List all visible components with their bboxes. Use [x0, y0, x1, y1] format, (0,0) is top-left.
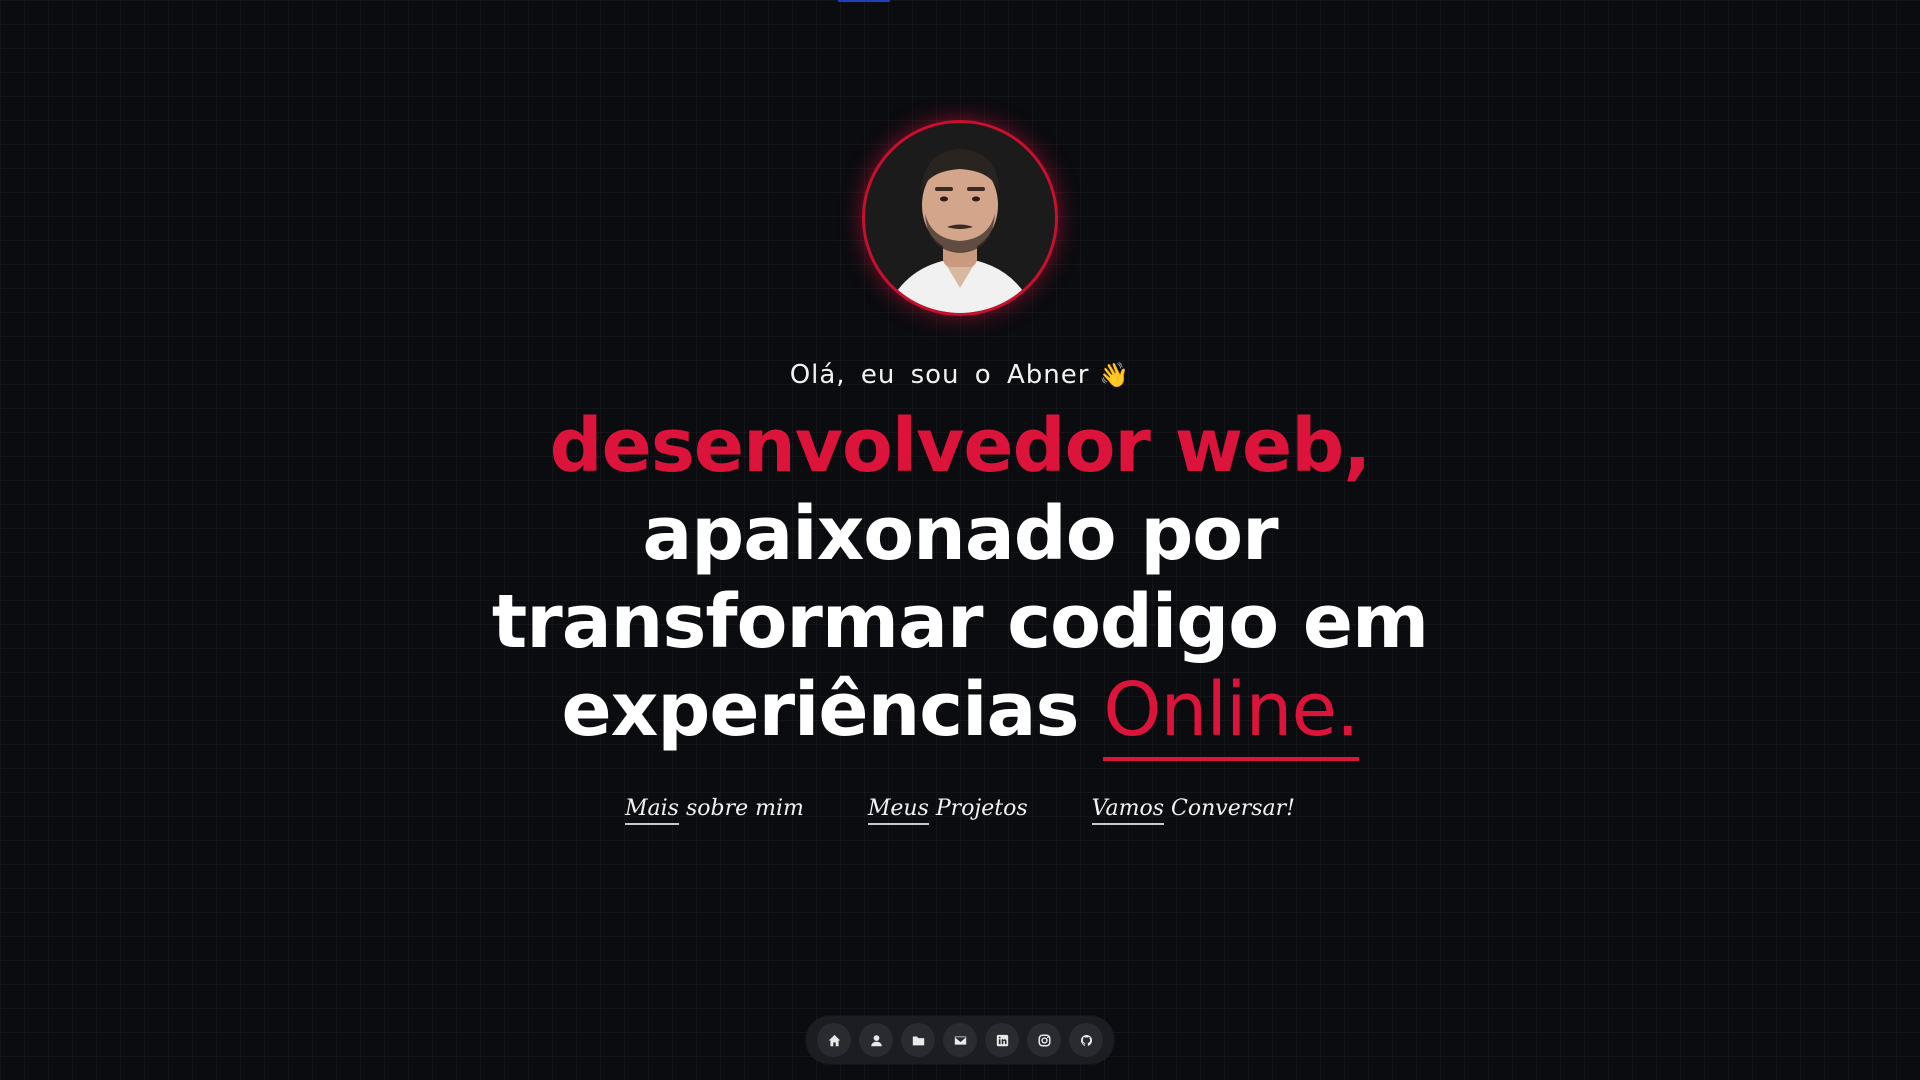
about-me-link[interactable]: Mais sobre mim	[624, 796, 804, 825]
hero-section: Olá, eu sou o Abner 👋 desenvolvedor web,…	[0, 0, 1920, 825]
folder-icon	[912, 1035, 924, 1045]
headline-line-4: experiências Online.	[492, 666, 1428, 761]
instagram-icon	[1037, 1033, 1051, 1047]
hero-links: Mais sobre mim Meus Projetos Vamos Conve…	[624, 796, 1295, 825]
projects-link[interactable]: Meus Projetos	[867, 796, 1028, 825]
headline-line-3: transformar codigo em	[491, 579, 1429, 665]
headline-line-1: desenvolvedor web,	[549, 403, 1372, 489]
headline-line-4-prefix: experiências	[561, 667, 1079, 753]
dock-instagram-button[interactable]	[1027, 1023, 1061, 1057]
contact-link[interactable]: Vamos Conversar!	[1091, 796, 1295, 825]
wave-emoji-icon: 👋	[1099, 361, 1131, 389]
github-icon	[1080, 1034, 1092, 1046]
dock-projects-button[interactable]	[901, 1023, 935, 1057]
greeting-text: Olá, eu sou o Abner	[789, 360, 1090, 390]
headline-line-2: apaixonado por	[642, 491, 1278, 577]
mail-icon	[954, 1035, 966, 1045]
headline: desenvolvedor web, apaixonado por transf…	[491, 402, 1429, 761]
dock-about-button[interactable]	[859, 1023, 893, 1057]
dock-mail-button[interactable]	[943, 1023, 977, 1057]
user-icon	[870, 1034, 882, 1046]
profile-photo	[865, 123, 1055, 313]
dock-github-button[interactable]	[1069, 1023, 1103, 1057]
linkedin-icon	[996, 1034, 1008, 1046]
dock-linkedin-button[interactable]	[985, 1023, 1019, 1057]
greeting: Olá, eu sou o Abner 👋	[790, 358, 1131, 392]
headline-online-accent: Online.	[1103, 667, 1360, 761]
home-icon	[828, 1034, 840, 1046]
bottom-dock	[806, 1016, 1114, 1064]
avatar	[862, 120, 1058, 316]
dock-home-button[interactable]	[817, 1023, 851, 1057]
